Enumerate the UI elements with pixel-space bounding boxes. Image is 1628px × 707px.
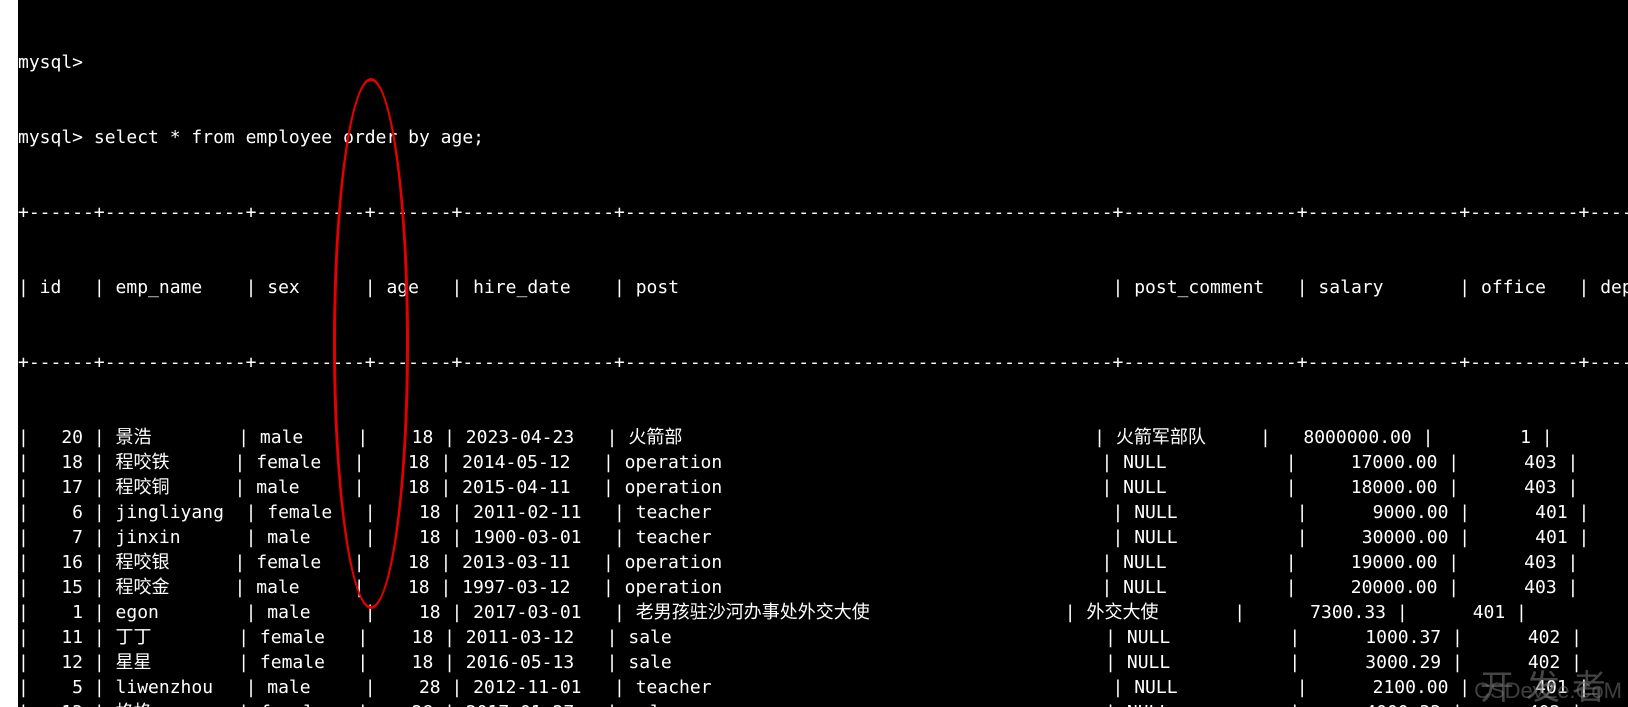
terminal-window[interactable]: mysql> mysql> select * from employee ord… — [18, 0, 1628, 707]
table-row: | 6 | jingliyang | female | 18 | 2011-02… — [18, 500, 1624, 525]
table-row: | 12 | 星星 | female | 18 | 2016-05-13 | s… — [18, 650, 1624, 675]
table-row: | 16 | 程咬银 | female | 18 | 2013-03-11 | … — [18, 550, 1624, 575]
table-row: | 11 | 丁丁 | female | 18 | 2011-03-12 | s… — [18, 625, 1624, 650]
table-border-top: +------+-------------+----------+-------… — [18, 200, 1624, 225]
table-row: | 20 | 景浩 | male | 18 | 2023-04-23 | 火箭部… — [18, 425, 1624, 450]
table-body: | 20 | 景浩 | male | 18 | 2023-04-23 | 火箭部… — [18, 425, 1624, 707]
table-row: | 7 | jinxin | male | 18 | 1900-03-01 | … — [18, 525, 1624, 550]
prompt-line-empty: mysql> — [18, 50, 1624, 75]
table-row: | 15 | 程咬金 | male | 18 | 1997-03-12 | op… — [18, 575, 1624, 600]
table-row: | 1 | egon | male | 18 | 2017-03-01 | 老男… — [18, 600, 1624, 625]
table-row: | 18 | 程咬铁 | female | 18 | 2014-05-12 | … — [18, 450, 1624, 475]
table-row: | 17 | 程咬铜 | male | 18 | 2015-04-11 | op… — [18, 475, 1624, 500]
table-row: | 13 | 格格 | female | 28 | 2017-01-27 | s… — [18, 700, 1624, 707]
table-header-row: | id | emp_name | sex | age | hire_date … — [18, 275, 1624, 300]
table-border-mid: +------+-------------+----------+-------… — [18, 350, 1624, 375]
table-row: | 5 | liwenzhou | male | 28 | 2012-11-01… — [18, 675, 1624, 700]
prompt-query-line: mysql> select * from employee order by a… — [18, 125, 1624, 150]
